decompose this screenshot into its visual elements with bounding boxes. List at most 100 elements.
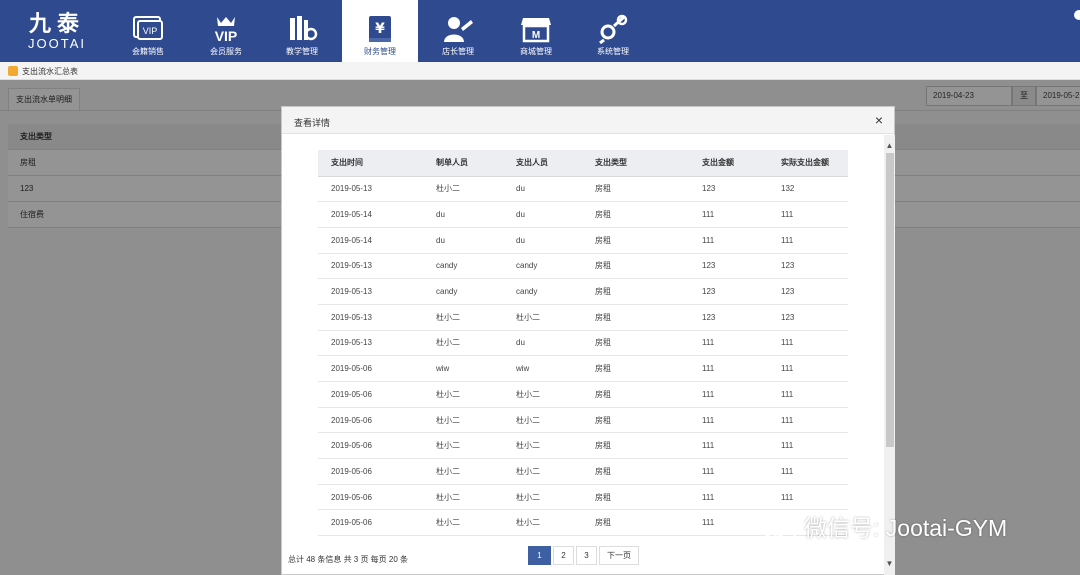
wechat-icon	[761, 517, 796, 542]
page-button-3[interactable]: 3	[576, 546, 597, 565]
nav-item-system[interactable]: 系统管理	[575, 0, 651, 62]
modal-scrollbar[interactable]: ▲ ▼	[884, 135, 895, 575]
table-cell: 房租	[595, 227, 702, 254]
nav-label: 会籍销售	[132, 47, 164, 56]
table-row[interactable]: 2019-05-13 candy candy 房租 123 123	[318, 278, 848, 305]
pagination-summary: 总计 48 条信息 共 3 页 每页 20 条	[288, 555, 409, 564]
table-cell: 杜小二	[436, 304, 516, 331]
brand-name-en: JOOTAI	[28, 36, 86, 51]
table-row[interactable]: 2019-05-06 杜小二 杜小二 房租 111 111	[318, 432, 848, 460]
table-cell: 111	[781, 484, 848, 511]
table-row[interactable]: 2019-05-06 杜小二 杜小二 房租 111 111	[318, 458, 848, 485]
table-cell: 房租	[595, 432, 702, 460]
manager-icon	[444, 17, 473, 42]
table-cell: 111	[781, 330, 848, 357]
table-cell: 杜小二	[436, 484, 516, 511]
table-row[interactable]: 2019-05-14 du du 房租 111 111	[318, 227, 848, 254]
table-cell: 2019-05-06	[318, 458, 436, 485]
table-cell: candy	[516, 253, 595, 280]
table-cell: 房租	[595, 484, 702, 511]
table-cell: 房租	[595, 253, 702, 280]
table-cell: 2019-05-06	[318, 509, 436, 537]
table-cell: 111	[781, 201, 848, 228]
table-cell: 123	[702, 176, 781, 203]
table-cell: 2019-05-06	[318, 432, 436, 460]
table-row[interactable]: 2019-05-06 wiw wiw 房租 111 111	[318, 355, 848, 382]
watermark-text: 微信号: Jootai-GYM	[804, 515, 1008, 541]
page-button-1[interactable]: 1	[528, 546, 551, 565]
nav-item-store-manager[interactable]: 店长管理	[420, 0, 496, 62]
table-cell: du	[516, 330, 595, 357]
top-nav: 九泰 JOOTAI VIP 会籍销售 VIP 会员服务 教学管理 ¥ 财务管理 …	[0, 0, 1080, 62]
table-cell: 123	[781, 278, 848, 305]
table-cell: du	[516, 227, 595, 254]
table-cell: 2019-05-06	[318, 381, 436, 408]
table-cell: 2019-05-13	[318, 253, 436, 280]
table-cell: 111	[702, 381, 781, 408]
table-cell: 111	[702, 330, 781, 357]
table-cell: wiw	[516, 355, 595, 382]
table-cell: 房租	[595, 330, 702, 357]
table-cell: 111	[781, 381, 848, 408]
page-button-2[interactable]: 2	[553, 546, 574, 565]
table-cell: 房租	[595, 201, 702, 228]
svg-text:M: M	[532, 30, 540, 41]
nav-label: 财务管理	[364, 47, 396, 56]
next-page-button[interactable]: 下一页	[599, 546, 639, 565]
nav-label: 系统管理	[597, 47, 629, 56]
table-row[interactable]: 2019-05-06 杜小二 杜小二 房租 111 111	[318, 484, 848, 511]
table-cell: 2019-05-13	[318, 176, 436, 203]
table-row[interactable]: 2019-05-13 杜小二 杜小二 房租 123 123	[318, 304, 848, 331]
table-cell: 2019-05-06	[318, 407, 436, 434]
col-header: 制单人员	[436, 150, 516, 177]
scrollbar-thumb[interactable]	[886, 153, 894, 447]
table-cell: 111	[781, 407, 848, 434]
table-row[interactable]: 2019-05-13 杜小二 du 房租 111 111	[318, 330, 848, 357]
table-cell: wiw	[436, 355, 516, 382]
store-icon: M	[521, 18, 551, 43]
table-cell: candy	[436, 278, 516, 305]
table-cell: 111	[781, 432, 848, 460]
table-cell: 2019-05-13	[318, 278, 436, 305]
table-cell: 123	[702, 304, 781, 331]
table-cell: 杜小二	[436, 381, 516, 408]
detail-modal: 查看详情 × 支出时间 制单人员 支出人员 支出类型 支出金额 实际支出金额 2…	[281, 106, 895, 575]
nav-item-mall[interactable]: M 商城管理	[498, 0, 574, 62]
table-row[interactable]: 2019-05-06 杜小二 杜小二 房租 111 111	[318, 407, 848, 434]
table-row[interactable]: 2019-05-13 杜小二 du 房租 123 132	[318, 176, 848, 203]
nav-item-member-service[interactable]: VIP 会员服务	[188, 0, 264, 62]
breadcrumb-tab[interactable]: 支出流水汇总表	[22, 66, 78, 77]
nav-label: 会员服务	[210, 47, 242, 56]
table-cell: 2019-05-06	[318, 355, 436, 382]
table-cell: 111	[702, 355, 781, 382]
nav-label: 教学管理	[286, 47, 318, 56]
table-cell: 111	[702, 227, 781, 254]
table-cell: 房租	[595, 278, 702, 305]
table-cell: 111	[781, 355, 848, 382]
table-row[interactable]: 2019-05-14 du du 房租 111 111	[318, 201, 848, 228]
svg-text:¥: ¥	[375, 21, 385, 37]
col-header: 支出人员	[516, 150, 595, 177]
table-cell: du	[516, 176, 595, 203]
scroll-up-icon[interactable]: ▲	[884, 141, 895, 151]
table-cell: 杜小二	[516, 304, 595, 331]
table-cell: 房租	[595, 509, 702, 537]
user-avatar[interactable]	[1074, 10, 1080, 20]
lightbulb-icon	[8, 66, 18, 76]
nav-item-membership-sales[interactable]: VIP 会籍销售	[110, 0, 186, 62]
table-cell: 2019-05-14	[318, 201, 436, 228]
brand-logo[interactable]: 九泰 JOOTAI	[22, 12, 92, 58]
table-cell: 杜小二	[436, 330, 516, 357]
vip-crown-icon: VIP	[215, 17, 237, 44]
close-icon[interactable]: ×	[872, 113, 886, 127]
nav-item-teaching[interactable]: 教学管理	[264, 0, 340, 62]
table-cell: 123	[781, 253, 848, 280]
table-cell: candy	[436, 253, 516, 280]
table-cell: 111	[781, 227, 848, 254]
scroll-down-icon[interactable]: ▼	[884, 559, 895, 569]
col-header: 支出类型	[595, 150, 702, 177]
table-row[interactable]: 2019-05-13 candy candy 房租 123 123	[318, 253, 848, 280]
table-row[interactable]: 2019-05-06 杜小二 杜小二 房租 111 111	[318, 381, 848, 408]
nav-item-finance[interactable]: ¥ 财务管理	[342, 0, 418, 62]
modal-header: 查看详情 ×	[282, 107, 894, 134]
